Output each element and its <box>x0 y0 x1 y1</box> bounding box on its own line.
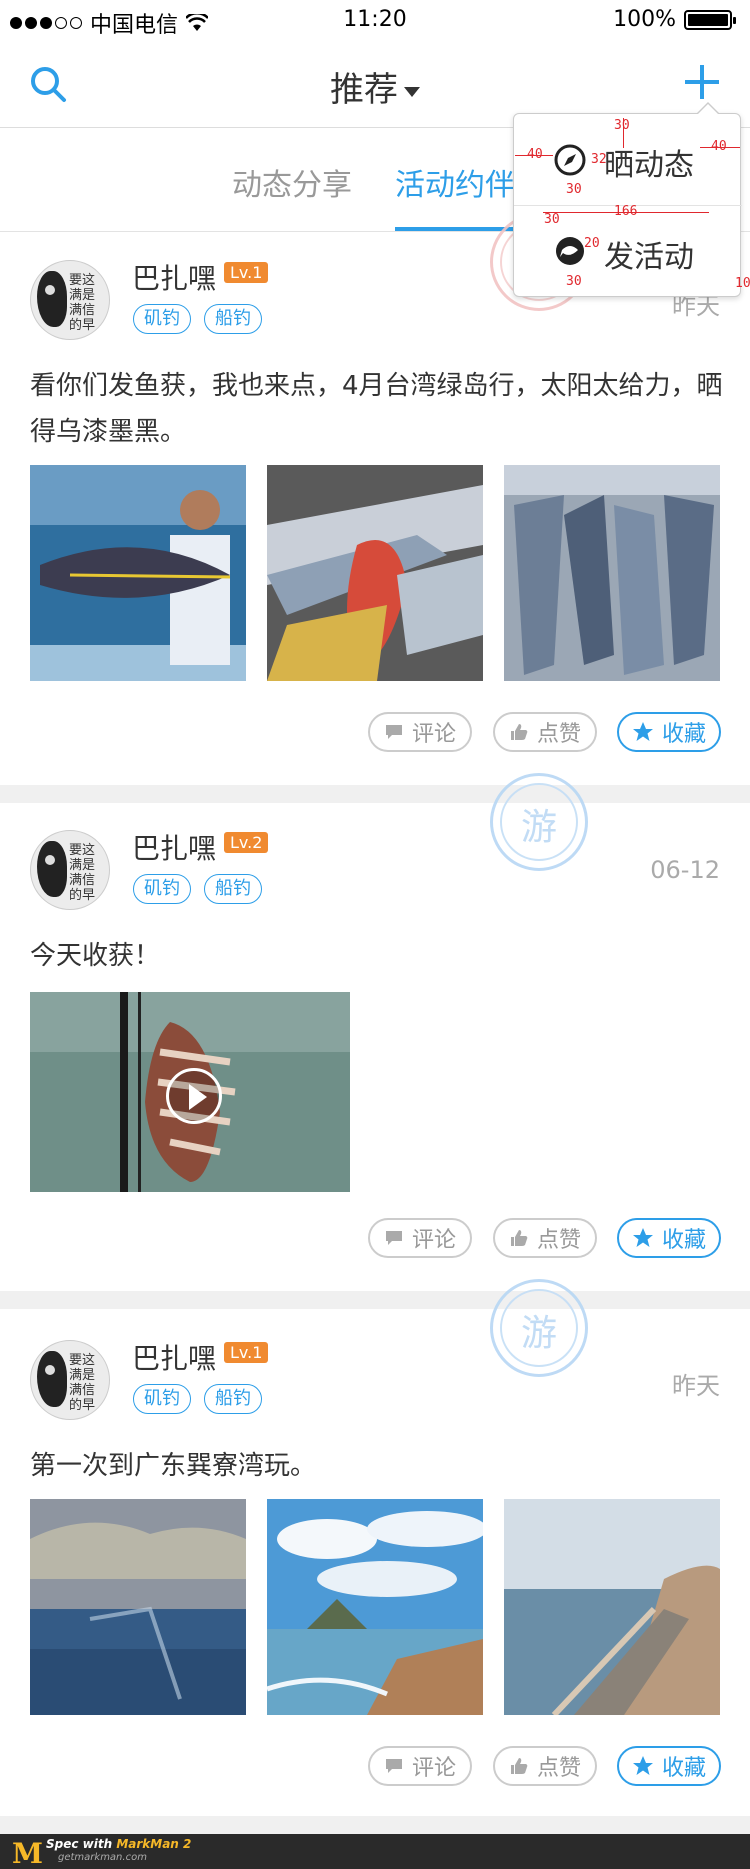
post-date: 06-12 <box>650 856 720 884</box>
feed-selector[interactable]: 推荐 <box>0 62 750 111</box>
comment-button[interactable]: 评论 <box>368 1218 472 1258</box>
post-photo[interactable] <box>267 1499 483 1715</box>
level-badge: Lv.1 <box>224 1342 269 1363</box>
spec-label: 30 <box>544 212 560 227</box>
favorite-label: 收藏 <box>661 1756 706 1781</box>
avatar[interactable]: 要这满是满信的早 <box>30 1340 110 1420</box>
tag-boat-fishing[interactable]: 船钓 <box>204 874 262 904</box>
play-icon[interactable] <box>166 1068 222 1124</box>
battery-icon <box>684 9 736 30</box>
post-photo[interactable] <box>267 465 483 681</box>
star-icon <box>632 1228 653 1247</box>
tag-rock-fishing[interactable]: 矶钓 <box>133 874 191 904</box>
comment-icon <box>385 1759 402 1773</box>
spec-label: 40 <box>711 139 727 154</box>
username[interactable]: 巴扎嘿 <box>132 827 216 867</box>
post-card: 游 要这满是满信的早 巴扎嘿 Lv.2 矶钓 船钓 06-12 今天收获！ 评论… <box>0 773 750 1291</box>
status-bar: 中国电信 11:20 100% <box>0 0 750 40</box>
comment-icon <box>385 1231 402 1245</box>
tag-rock-fishing[interactable]: 矶钓 <box>133 1384 191 1414</box>
markman-logo: M <box>12 1837 43 1869</box>
tag-boat-fishing[interactable]: 船钓 <box>204 304 262 334</box>
level-badge: Lv.1 <box>224 262 269 283</box>
avatar[interactable]: 要这满是满信的早 <box>30 830 110 910</box>
post-photo[interactable] <box>30 1499 246 1715</box>
tag-boat-fishing[interactable]: 船钓 <box>204 1384 262 1414</box>
post-card: 游 要这满是满信的早 巴扎嘿 Lv.1 矶钓 船钓 昨天 第一次到广东巽寮湾玩。 <box>0 1279 750 1816</box>
separator <box>0 785 750 803</box>
thumbs-up-icon <box>510 1230 528 1246</box>
like-button[interactable]: 点赞 <box>493 1218 597 1258</box>
favorite-button[interactable]: 收藏 <box>617 1218 721 1258</box>
chat-bubble-icon <box>556 237 584 265</box>
thumbs-up-icon <box>510 1758 528 1774</box>
spec-label: 40 <box>527 147 543 162</box>
menu-item-label: 发活动 <box>604 240 694 275</box>
stamp-icon: 游 <box>490 773 588 871</box>
username[interactable]: 巴扎嘿 <box>132 257 216 297</box>
status-right: 100% <box>613 7 736 32</box>
comment-button[interactable]: 评论 <box>368 712 472 752</box>
spec-with-label: Spec with MarkMan 2 <box>46 1837 192 1851</box>
favorite-button[interactable]: 收藏 <box>617 712 721 752</box>
menu-item-label: 晒动态 <box>604 148 694 183</box>
spec-label: 30 <box>614 118 630 133</box>
spec-label: 166 <box>614 204 638 219</box>
markman-footer: M Spec with MarkMan 2 getmarkman.com <box>0 1834 750 1869</box>
compass-icon <box>554 144 586 176</box>
page-title: 推荐 <box>330 70 398 110</box>
like-label: 点赞 <box>536 1756 581 1781</box>
stamp-icon: 游 <box>490 1279 588 1377</box>
comment-label: 评论 <box>411 722 456 747</box>
tab-updates[interactable]: 动态分享 <box>232 160 352 204</box>
active-tab-indicator <box>395 227 515 231</box>
plus-icon[interactable] <box>682 62 722 102</box>
tab-activities[interactable]: 活动约伴 <box>395 160 515 204</box>
post-text: 看你们发鱼获，我也来点，4月台湾绿岛行，太阳太给力，晒得乌漆墨黑。 <box>30 371 723 447</box>
spec-label: 30 <box>566 182 582 197</box>
star-icon <box>632 722 653 741</box>
battery-percent: 100% <box>613 7 676 32</box>
post-card: 游 要这满是满信的早 巴扎嘿 Lv.1 矶钓 船钓 昨天 看你们发鱼获，我也来点… <box>0 213 750 785</box>
like-button[interactable]: 点赞 <box>493 712 597 752</box>
caret-down-icon <box>404 86 420 97</box>
level-badge: Lv.2 <box>224 832 269 853</box>
comment-label: 评论 <box>411 1228 456 1253</box>
favorite-label: 收藏 <box>661 1228 706 1253</box>
markman-site: getmarkman.com <box>58 1852 147 1863</box>
comment-button[interactable]: 评论 <box>368 1746 472 1786</box>
post-text: 今天收获！ <box>30 941 161 971</box>
spec-label: 30 <box>566 274 582 289</box>
avatar[interactable]: 要这满是满信的早 <box>30 260 110 340</box>
spec-label: 10 <box>735 276 750 291</box>
favorite-button[interactable]: 收藏 <box>617 1746 721 1786</box>
thumbs-up-icon <box>510 724 528 740</box>
comment-icon <box>385 725 402 739</box>
post-photo[interactable] <box>504 1499 720 1715</box>
favorite-label: 收藏 <box>661 722 706 747</box>
spec-label: 32 <box>591 152 607 167</box>
post-video[interactable] <box>30 992 350 1192</box>
like-label: 点赞 <box>536 1228 581 1253</box>
post-text: 第一次到广东巽寮湾玩。 <box>30 1451 317 1481</box>
like-label: 点赞 <box>536 722 581 747</box>
tag-rock-fishing[interactable]: 矶钓 <box>133 304 191 334</box>
post-photo[interactable] <box>504 465 720 681</box>
spec-label: 20 <box>584 236 600 251</box>
like-button[interactable]: 点赞 <box>493 1746 597 1786</box>
post-photo[interactable] <box>30 465 246 681</box>
comment-label: 评论 <box>411 1756 456 1781</box>
star-icon <box>632 1756 653 1775</box>
post-date: 昨天 <box>672 1372 720 1400</box>
separator <box>0 1816 750 1834</box>
separator <box>0 1291 750 1309</box>
username[interactable]: 巴扎嘿 <box>132 1337 216 1377</box>
